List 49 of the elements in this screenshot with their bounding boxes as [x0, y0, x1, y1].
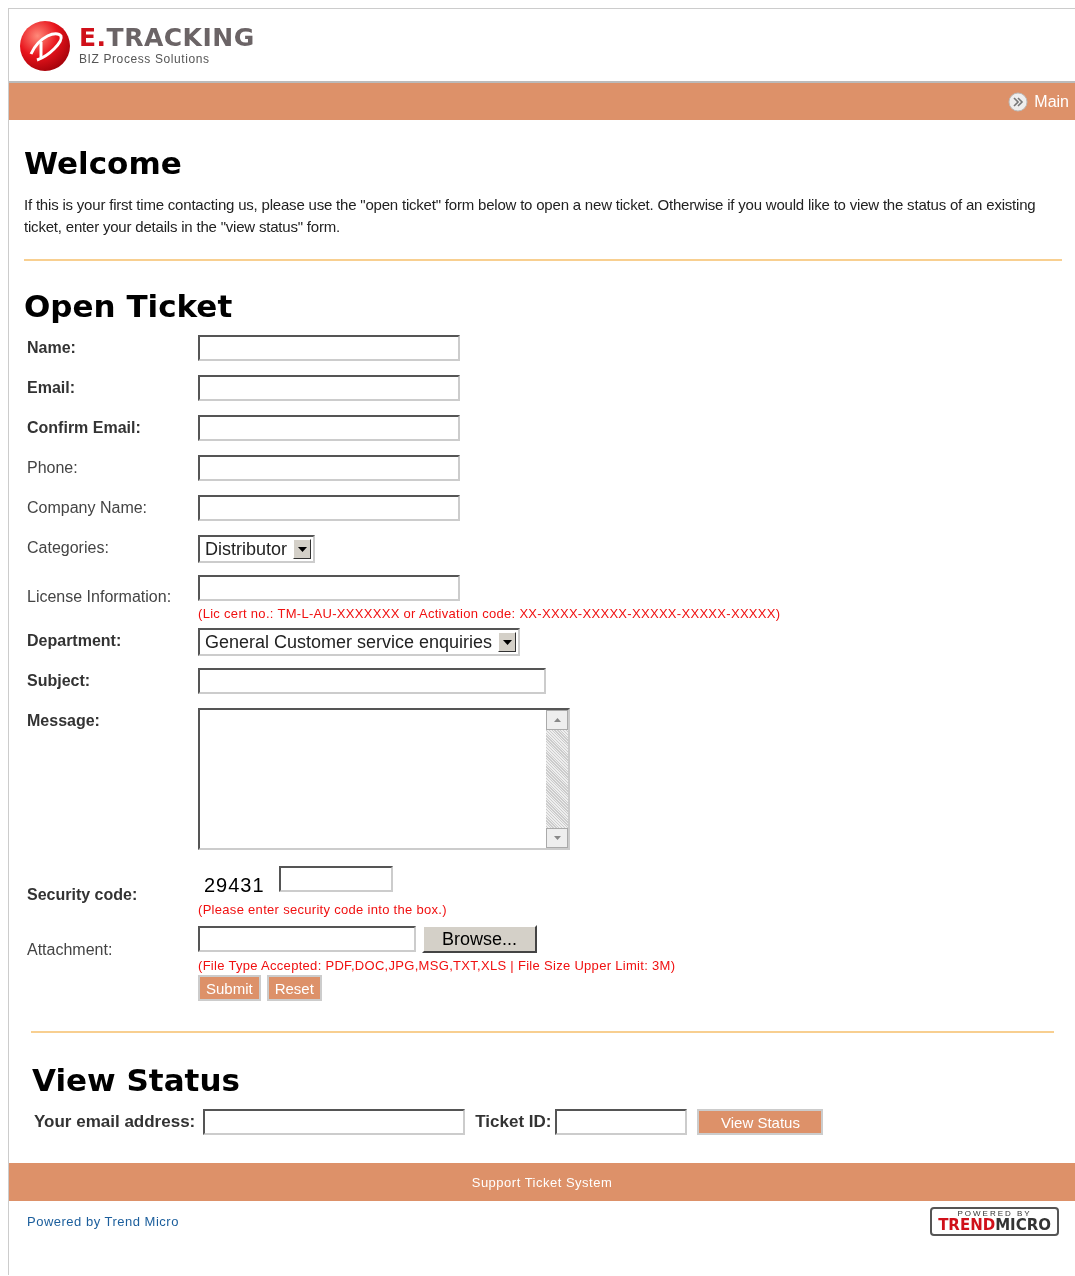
field-label: Name: [27, 338, 77, 358]
field-label: Company Name: [27, 498, 149, 518]
input-field[interactable] [198, 455, 460, 481]
field-label: Email: [27, 378, 76, 398]
email-field[interactable] [203, 1109, 466, 1135]
dropdown[interactable]: Distributor [198, 535, 316, 563]
intro-text: If this is your first time contacting us, please use the "open ticket" form below to open a new ticket. Otherwise if you would like to view the status of an existing ticket, enter your details in the "view status" form. [24, 195, 1037, 237]
field-label: Categories: [27, 538, 110, 558]
file-field[interactable] [198, 926, 416, 952]
footer-text: Support Ticket System [471, 1174, 613, 1190]
input-field[interactable] [198, 335, 460, 361]
powered-by-badge: POWERED BY TRENDMICRO [930, 1207, 1059, 1236]
field-label: Department: [27, 631, 123, 651]
section-title: Welcome [24, 144, 183, 182]
input-field[interactable] [278, 865, 393, 892]
scrollbar[interactable] [546, 710, 568, 848]
hint-text: (Please enter security code into the box.) [198, 902, 447, 917]
ticket-id-field[interactable] [555, 1109, 688, 1135]
up-arrow-icon[interactable] [553, 718, 561, 722]
field-label: Security code: [27, 885, 139, 905]
field-label: Subject: [27, 671, 92, 691]
input-field[interactable] [198, 415, 460, 441]
hint-text: (File Type Accepted: PDF,DOC,JPG,MSG,TXT,XLS | File Size Upper Limit: 3M) [198, 958, 676, 973]
dropdown[interactable]: General Customer service enquiries [198, 628, 521, 656]
field-label: Ticket ID: [475, 1112, 552, 1132]
section-title: Open Ticket [24, 287, 234, 325]
field-label: Phone: [27, 458, 79, 478]
logo-title: E.TRACKING [79, 24, 255, 52]
input-field[interactable] [198, 668, 546, 694]
field-label: Attachment: [27, 940, 114, 960]
double-chevron-icon [1008, 91, 1029, 112]
caret-icon [498, 632, 517, 652]
logo-tagline: BIZ Process Solutions [79, 52, 211, 66]
field-label: License Information: [27, 587, 173, 607]
field-label: Message: [27, 711, 101, 731]
security-code: 29431 [203, 873, 266, 897]
hint-text: (Lic cert no.: TM-L-AU-XXXXXXX or Activation code: XX-XXXX-XXXXX-XXXXX-XXXXX-XXXXX) [198, 606, 781, 621]
field-label: Your email address: [34, 1112, 196, 1132]
powered-by-link[interactable]: Powered by Trend Micro [27, 1214, 179, 1229]
browse-button[interactable]: Browse... [422, 925, 538, 953]
logo-icon [19, 20, 71, 72]
caret-icon [293, 539, 312, 559]
input-field[interactable] [198, 495, 460, 521]
input-field[interactable] [198, 375, 460, 401]
section-title: View Status [31, 1061, 241, 1099]
down-arrow-icon[interactable] [553, 836, 561, 840]
message-field[interactable] [198, 708, 570, 850]
field-label: Confirm Email: [27, 418, 142, 438]
input-field[interactable] [198, 575, 460, 601]
